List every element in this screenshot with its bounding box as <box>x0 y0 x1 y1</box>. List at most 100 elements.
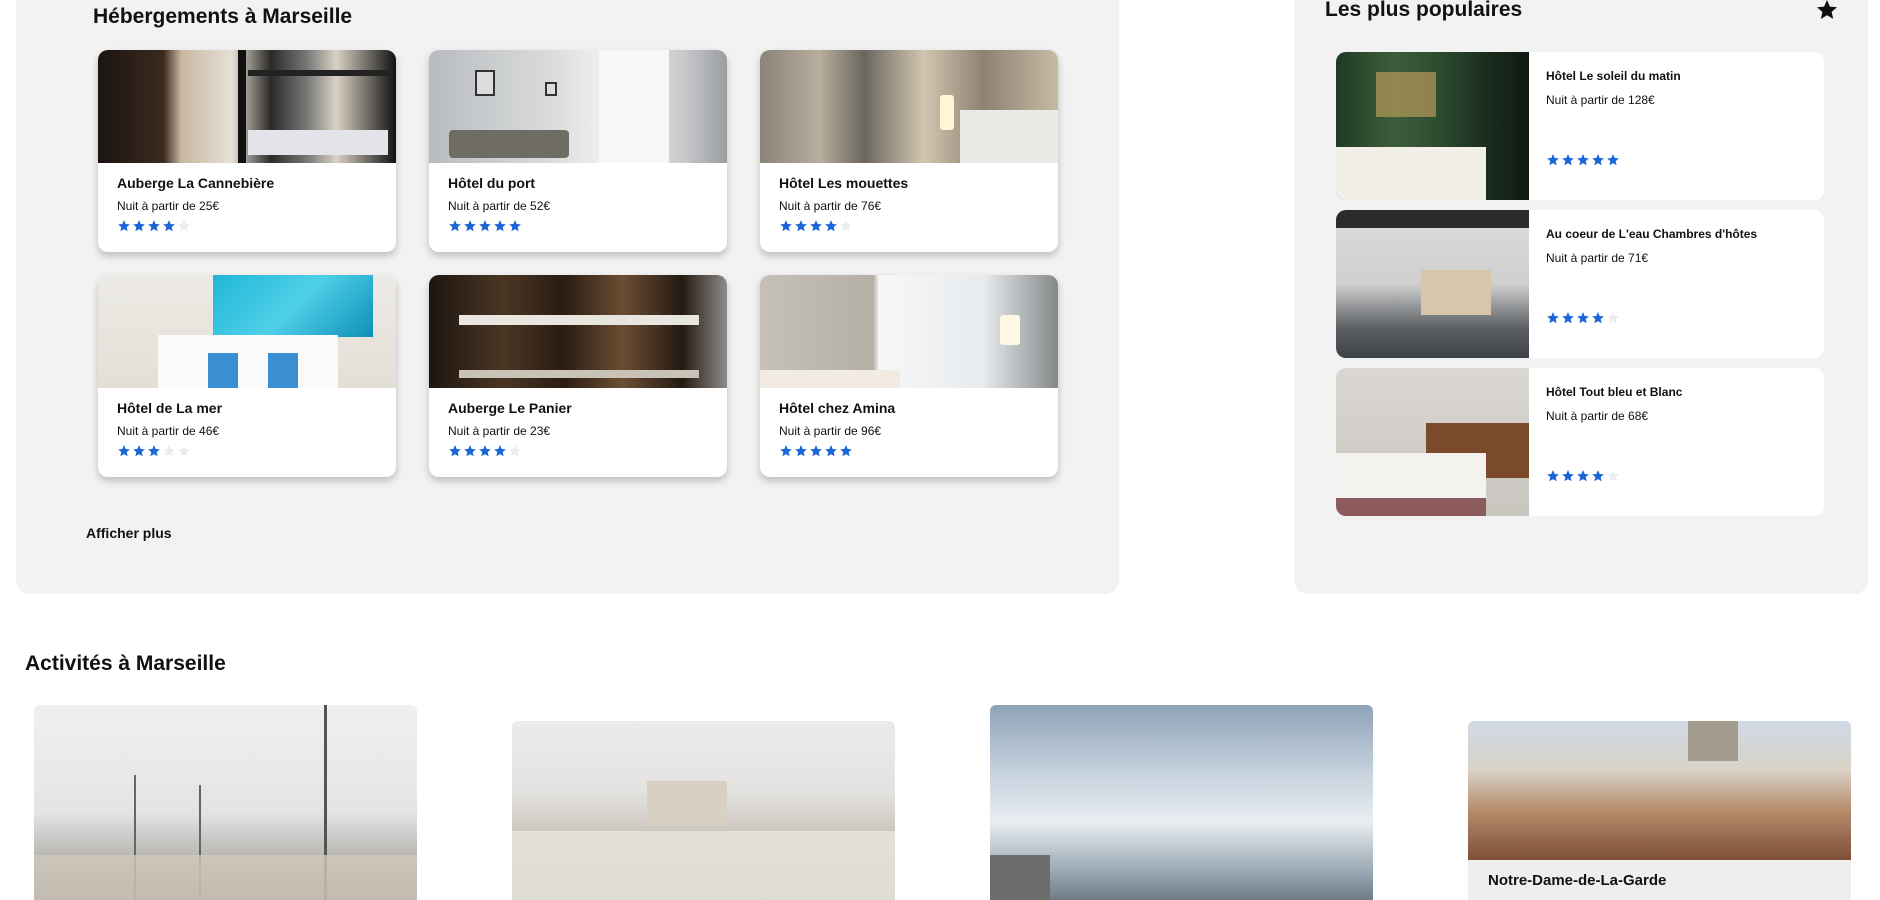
hotel-price: Nuit à partir de 46€ <box>117 424 220 438</box>
star-filled-icon <box>1561 153 1575 167</box>
hotel-card[interactable]: Hôtel du port Nuit à partir de 52€ <box>429 50 727 252</box>
hotel-price: Nuit à partir de 96€ <box>779 424 882 438</box>
star-filled-icon <box>809 444 823 458</box>
popular-hotel-card[interactable]: Au coeur de L'eau Chambres d'hôtes Nuit … <box>1336 210 1824 358</box>
rating-stars <box>448 444 522 458</box>
hotel-price: Nuit à partir de 23€ <box>448 424 551 438</box>
hotel-photo <box>1336 368 1529 516</box>
star-filled-icon <box>1576 311 1590 325</box>
hotel-name: Hôtel Les mouettes <box>779 175 909 191</box>
hotel-photo <box>98 275 396 388</box>
star-filled-icon <box>478 444 492 458</box>
hotel-name: Hôtel Le soleil du matin <box>1546 69 1681 83</box>
hotel-photo <box>1336 210 1529 358</box>
star-filled-icon <box>132 444 146 458</box>
star-filled-icon <box>448 444 462 458</box>
star-empty-icon <box>1606 311 1620 325</box>
star-filled-icon <box>1576 153 1590 167</box>
star-filled-icon <box>1546 153 1560 167</box>
hotel-photo <box>98 50 396 163</box>
star-filled-icon <box>463 219 477 233</box>
activity-card[interactable] <box>990 705 1373 900</box>
hotel-name: Au coeur de L'eau Chambres d'hôtes <box>1546 227 1758 241</box>
star-empty-icon <box>1606 469 1620 483</box>
star-icon[interactable] <box>1815 0 1839 22</box>
star-filled-icon <box>1561 311 1575 325</box>
star-filled-icon <box>448 219 462 233</box>
star-filled-icon <box>839 444 853 458</box>
star-filled-icon <box>1546 311 1560 325</box>
star-filled-icon <box>779 444 793 458</box>
star-empty-icon <box>839 219 853 233</box>
hotel-card[interactable]: Hôtel de La mer Nuit à partir de 46€ <box>98 275 396 477</box>
star-filled-icon <box>794 444 808 458</box>
star-empty-icon <box>177 444 191 458</box>
star-filled-icon <box>162 219 176 233</box>
star-filled-icon <box>794 219 808 233</box>
hotel-card[interactable]: Auberge La Cannebière Nuit à partir de 2… <box>98 50 396 252</box>
hotel-price: Nuit à partir de 128€ <box>1546 93 1655 107</box>
hotel-price: Nuit à partir de 68€ <box>1546 409 1649 423</box>
hotel-photo <box>760 50 1058 163</box>
hotel-card[interactable]: Hôtel Les mouettes Nuit à partir de 76€ <box>760 50 1058 252</box>
hotel-price: Nuit à partir de 71€ <box>1546 251 1649 265</box>
rating-stars <box>1546 153 1620 167</box>
rating-stars <box>1546 311 1620 325</box>
activity-photo <box>1468 721 1851 861</box>
activity-card[interactable] <box>34 705 417 900</box>
star-filled-icon <box>117 219 131 233</box>
star-filled-icon <box>493 444 507 458</box>
hotel-name: Hôtel chez Amina <box>779 400 896 416</box>
star-filled-icon <box>1606 153 1620 167</box>
hotel-photo <box>760 275 1058 388</box>
star-empty-icon <box>162 444 176 458</box>
rating-stars <box>448 219 522 233</box>
populaires-title: Les plus populaires <box>1325 0 1523 21</box>
hotel-name: Hôtel du port <box>448 175 536 191</box>
hotel-name: Hôtel de La mer <box>117 400 223 416</box>
rating-stars <box>779 219 853 233</box>
star-filled-icon <box>1561 469 1575 483</box>
hebergements-title: Hébergements à Marseille <box>93 5 353 28</box>
hotel-price: Nuit à partir de 25€ <box>117 199 220 213</box>
star-filled-icon <box>117 444 131 458</box>
hotel-card[interactable]: Hôtel chez Amina Nuit à partir de 96€ <box>760 275 1058 477</box>
popular-hotel-card[interactable]: Hôtel Tout bleu et Blanc Nuit à partir d… <box>1336 368 1824 516</box>
star-filled-icon <box>809 219 823 233</box>
star-filled-icon <box>493 219 507 233</box>
hotel-card[interactable]: Auberge Le Panier Nuit à partir de 23€ <box>429 275 727 477</box>
hotel-price: Nuit à partir de 52€ <box>448 199 551 213</box>
star-filled-icon <box>463 444 477 458</box>
hotel-photo <box>429 275 727 388</box>
star-filled-icon <box>147 219 161 233</box>
star-filled-icon <box>1546 469 1560 483</box>
activity-card[interactable]: Notre-Dame-de-La-Garde <box>1468 721 1851 900</box>
activity-card[interactable] <box>512 721 895 900</box>
star-filled-icon <box>1591 153 1605 167</box>
hotel-name: Auberge Le Panier <box>448 400 572 416</box>
star-filled-icon <box>824 219 838 233</box>
star-empty-icon <box>508 444 522 458</box>
star-filled-icon <box>1591 311 1605 325</box>
star-filled-icon <box>779 219 793 233</box>
hotel-photo <box>429 50 727 163</box>
hotel-price: Nuit à partir de 76€ <box>779 199 882 213</box>
star-filled-icon <box>824 444 838 458</box>
star-filled-icon <box>478 219 492 233</box>
star-empty-icon <box>177 219 191 233</box>
star-filled-icon <box>1591 469 1605 483</box>
star-filled-icon <box>1576 469 1590 483</box>
rating-stars <box>117 444 191 458</box>
rating-stars <box>117 219 191 233</box>
show-more-link[interactable]: Afficher plus <box>86 525 172 541</box>
star-filled-icon <box>508 219 522 233</box>
star-filled-icon <box>132 219 146 233</box>
hotel-photo <box>1336 52 1529 200</box>
activites-title: Activités à Marseille <box>25 652 226 675</box>
star-filled-icon <box>147 444 161 458</box>
popular-hotel-card[interactable]: Hôtel Le soleil du matin Nuit à partir d… <box>1336 52 1824 200</box>
rating-stars <box>1546 469 1620 483</box>
hotel-name: Auberge La Cannebière <box>117 175 275 191</box>
rating-stars <box>779 444 853 458</box>
activity-caption: Notre-Dame-de-La-Garde <box>1468 860 1851 900</box>
